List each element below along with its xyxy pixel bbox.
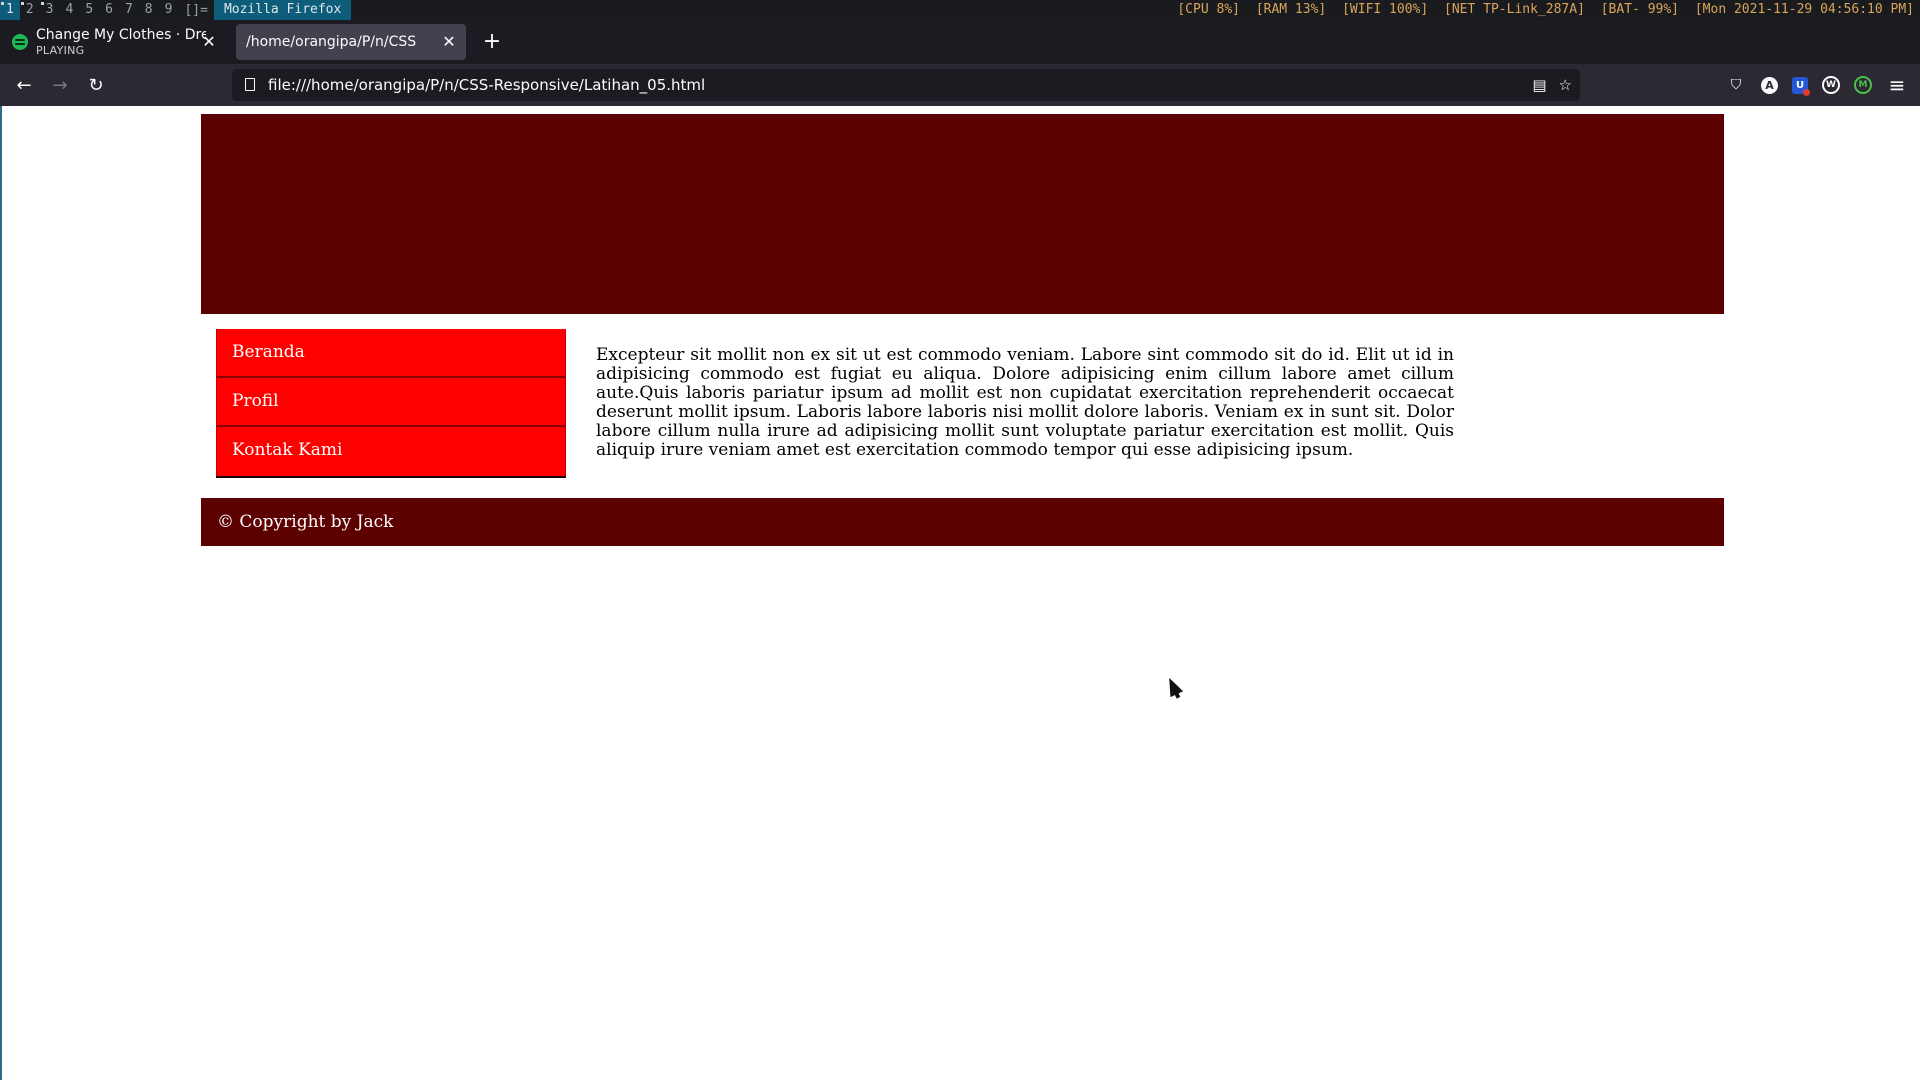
- extension-w-icon[interactable]: W: [1822, 76, 1840, 94]
- ram-status: [RAM 13%]: [1255, 2, 1327, 17]
- back-arrow-icon[interactable]: ←: [6, 69, 42, 101]
- site-main: Beranda Profil Kontak Kami Excepteur sit…: [201, 314, 1724, 498]
- workspace-8[interactable]: 8: [139, 0, 159, 20]
- workspace-2[interactable]: 2: [20, 0, 40, 20]
- menu-item-profil[interactable]: Profil: [216, 378, 566, 427]
- page-icon: [242, 77, 258, 93]
- workspace-6[interactable]: 6: [99, 0, 119, 20]
- menu-item-kontak-kami[interactable]: Kontak Kami: [216, 427, 566, 476]
- close-tab-icon[interactable]: ✕: [200, 33, 218, 51]
- cpu-status: [CPU 8%]: [1177, 2, 1240, 17]
- forward-arrow-icon[interactable]: →: [42, 69, 78, 101]
- datetime-status: [Mon 2021-11-29 04:56:10 PM]: [1694, 2, 1914, 17]
- navigation-toolbar: ← → ↻ file:///home/orangipa/P/n/CSS-Resp…: [0, 64, 1920, 106]
- workspace-5[interactable]: 5: [79, 0, 99, 20]
- extension-m-icon[interactable]: M: [1854, 76, 1872, 94]
- workspace-4[interactable]: 4: [59, 0, 79, 20]
- tab-title: /home/orangipa/P/n/CSS-Responsive: [246, 33, 416, 50]
- tab-current-file[interactable]: /home/orangipa/P/n/CSS-Responsive ✕: [236, 24, 466, 60]
- workspace-7[interactable]: 7: [119, 0, 139, 20]
- tab-strip: Change My Clothes · Dream PLAYING ✕ /hom…: [0, 20, 1920, 64]
- workspace-3[interactable]: 3: [40, 0, 60, 20]
- pocket-icon[interactable]: ⛉: [1725, 74, 1747, 96]
- mouse-cursor-icon: [1162, 674, 1184, 698]
- site-header: [201, 114, 1724, 314]
- system-status: [CPU 8%] [RAM 13%] [WIFI 100%] [NET TP-L…: [1169, 0, 1914, 20]
- account-icon[interactable]: A: [1761, 76, 1778, 94]
- tab-spotify[interactable]: Change My Clothes · Dream PLAYING ✕: [6, 24, 226, 60]
- url-bar[interactable]: file:///home/orangipa/P/n/CSS-Responsive…: [232, 69, 1580, 101]
- extension-shield-icon[interactable]: U: [1792, 76, 1810, 96]
- reload-icon[interactable]: ↻: [78, 69, 114, 101]
- tab-title: Change My Clothes · Dream: [36, 27, 206, 43]
- page-container: Beranda Profil Kontak Kami Excepteur sit…: [201, 114, 1724, 546]
- new-tab-plus-icon[interactable]: +: [480, 31, 504, 53]
- spotify-icon: [12, 34, 28, 50]
- tab-playing-label: PLAYING: [36, 44, 85, 57]
- content-paragraph: Excepteur sit mollit non ex sit ut est c…: [596, 345, 1454, 460]
- wm-status-bar: 1 2 3 4 5 6 7 8 9 []= Mozilla Firefox [C…: [0, 0, 1920, 20]
- side-menu: Beranda Profil Kontak Kami: [216, 329, 566, 478]
- net-status: [NET TP-Link_287A]: [1444, 2, 1585, 17]
- battery-status: [BAT- 99%]: [1600, 2, 1680, 17]
- window-title: Mozilla Firefox: [213, 0, 352, 20]
- url-text[interactable]: file:///home/orangipa/P/n/CSS-Responsive…: [268, 76, 705, 94]
- reader-view-icon[interactable]: ▤: [1532, 76, 1546, 94]
- layout-indicator[interactable]: []=: [178, 3, 213, 18]
- page-viewport: Beranda Profil Kontak Kami Excepteur sit…: [0, 106, 1920, 1080]
- workspace-9[interactable]: 9: [159, 0, 179, 20]
- wifi-status: [WIFI 100%]: [1342, 2, 1429, 17]
- workspace-1[interactable]: 1: [0, 0, 20, 20]
- menu-item-beranda[interactable]: Beranda: [216, 329, 566, 378]
- close-tab-icon[interactable]: ✕: [440, 33, 458, 51]
- site-footer: © Copyright by Jack: [201, 498, 1724, 546]
- bookmark-star-icon[interactable]: ☆: [1559, 76, 1572, 94]
- hamburger-menu-icon[interactable]: ≡: [1886, 73, 1908, 97]
